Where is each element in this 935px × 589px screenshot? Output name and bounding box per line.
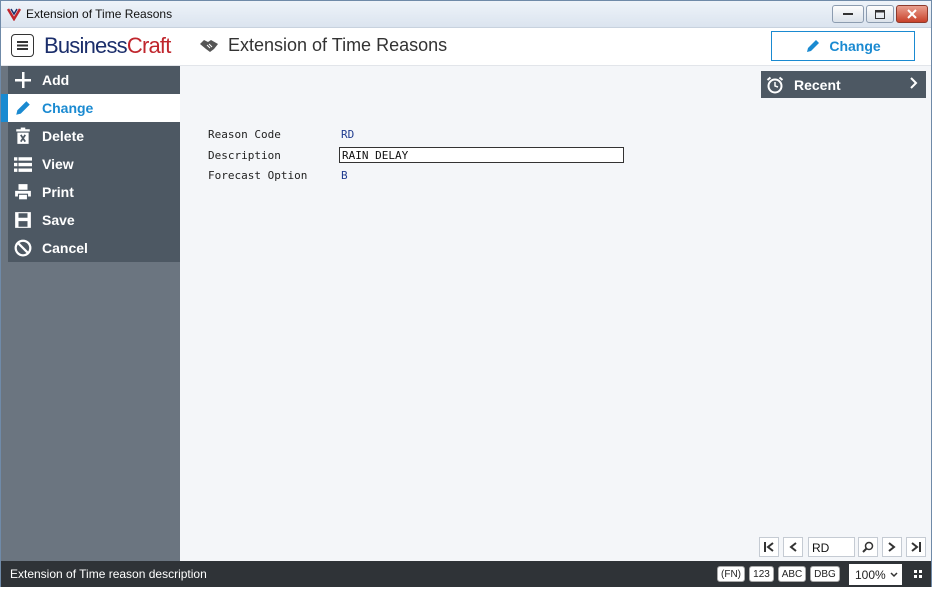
reason-code-value: RD bbox=[341, 128, 355, 141]
sidebar-item-label: Delete bbox=[42, 128, 85, 144]
main-content: Recent Reason Code RD Description Foreca… bbox=[180, 66, 931, 561]
fn-mode-badge[interactable]: (FN) bbox=[717, 566, 745, 582]
maximize-button[interactable] bbox=[866, 5, 894, 23]
hamburger-icon bbox=[17, 41, 28, 50]
pencil-icon bbox=[807, 40, 820, 52]
last-record-button[interactable] bbox=[906, 537, 926, 557]
plus-icon bbox=[14, 71, 32, 89]
first-icon bbox=[764, 542, 774, 552]
previous-record-button[interactable] bbox=[783, 537, 803, 557]
last-icon bbox=[911, 542, 921, 552]
sidebar: Add Change Delete View Print Save Cancel bbox=[1, 66, 180, 561]
chevron-left-icon bbox=[789, 542, 797, 552]
chevron-down-icon bbox=[890, 571, 898, 577]
reason-code-label: Reason Code bbox=[208, 128, 281, 141]
app-header: BusinessCraft Extension of Time Reasons … bbox=[1, 28, 931, 66]
recent-panel-toggle[interactable]: Recent bbox=[761, 71, 926, 98]
floppy-icon bbox=[14, 211, 32, 229]
app-logo-icon bbox=[7, 8, 21, 21]
cancel-icon bbox=[14, 239, 32, 257]
close-button[interactable] bbox=[896, 5, 928, 23]
change-mode-button[interactable]: Change bbox=[771, 31, 915, 61]
recent-label: Recent bbox=[794, 76, 841, 93]
forecast-option-row: Forecast Option B bbox=[208, 167, 638, 183]
brand-logo: BusinessCraft bbox=[44, 33, 171, 59]
sidebar-item-change[interactable]: Change bbox=[1, 94, 180, 122]
forecast-option-value: B bbox=[341, 169, 348, 182]
brand-part-1: Business bbox=[44, 33, 128, 58]
zoom-select[interactable]: 100% bbox=[849, 564, 902, 585]
sidebar-item-delete[interactable]: Delete bbox=[8, 122, 180, 150]
sidebar-item-label: Cancel bbox=[42, 240, 88, 256]
status-bar: Extension of Time reason description (FN… bbox=[1, 561, 931, 587]
search-icon bbox=[862, 541, 874, 553]
printer-icon bbox=[14, 183, 32, 201]
grid-icon[interactable] bbox=[914, 570, 922, 578]
next-record-button[interactable] bbox=[882, 537, 902, 557]
sidebar-item-label: Add bbox=[42, 72, 70, 88]
window-title: Extension of Time Reasons bbox=[26, 7, 173, 21]
description-row: Description bbox=[208, 147, 638, 163]
sidebar-item-label: Change bbox=[42, 100, 94, 116]
minimize-icon bbox=[843, 13, 853, 15]
sidebar-item-cancel[interactable]: Cancel bbox=[8, 234, 180, 262]
sidebar-item-print[interactable]: Print bbox=[8, 178, 180, 206]
brand-part-2: Craft bbox=[126, 33, 171, 58]
numeric-mode-badge[interactable]: 123 bbox=[749, 566, 774, 582]
maximize-icon bbox=[875, 9, 885, 19]
lookup-button[interactable] bbox=[858, 537, 878, 557]
sidebar-item-label: Save bbox=[42, 212, 75, 228]
sidebar-item-add[interactable]: Add bbox=[8, 66, 180, 94]
app-window: Extension of Time Reasons BusinessCraft … bbox=[0, 0, 932, 587]
status-message: Extension of Time reason description bbox=[10, 567, 207, 581]
record-key-field[interactable]: RD bbox=[808, 537, 855, 557]
trash-icon bbox=[14, 127, 32, 145]
debug-mode-badge[interactable]: DBG bbox=[810, 566, 840, 582]
change-mode-label: Change bbox=[829, 38, 881, 54]
title-bar[interactable]: Extension of Time Reasons bbox=[1, 1, 931, 28]
hamburger-menu-button[interactable] bbox=[11, 34, 34, 57]
list-icon bbox=[14, 155, 32, 173]
zoom-value: 100% bbox=[855, 567, 886, 582]
alpha-mode-badge[interactable]: ABC bbox=[778, 566, 806, 582]
handshake-icon bbox=[200, 40, 218, 52]
chevron-right-icon bbox=[910, 77, 918, 89]
first-record-button[interactable] bbox=[759, 537, 779, 557]
action-menu: Add Change Delete View Print Save Cancel bbox=[1, 66, 180, 262]
sidebar-item-view[interactable]: View bbox=[8, 150, 180, 178]
sidebar-item-label: Print bbox=[42, 184, 74, 200]
description-label: Description bbox=[208, 149, 281, 162]
sidebar-item-label: View bbox=[42, 156, 74, 172]
alarm-clock-icon bbox=[766, 76, 784, 93]
pencil-icon bbox=[14, 99, 32, 117]
forecast-option-label: Forecast Option bbox=[208, 169, 308, 182]
page-title: Extension of Time Reasons bbox=[228, 35, 448, 55]
reason-code-row: Reason Code RD bbox=[208, 126, 638, 142]
minimize-button[interactable] bbox=[832, 5, 864, 23]
close-icon bbox=[907, 9, 917, 19]
description-input[interactable] bbox=[339, 147, 624, 163]
chevron-right-icon bbox=[888, 542, 896, 552]
sidebar-item-save[interactable]: Save bbox=[8, 206, 180, 234]
